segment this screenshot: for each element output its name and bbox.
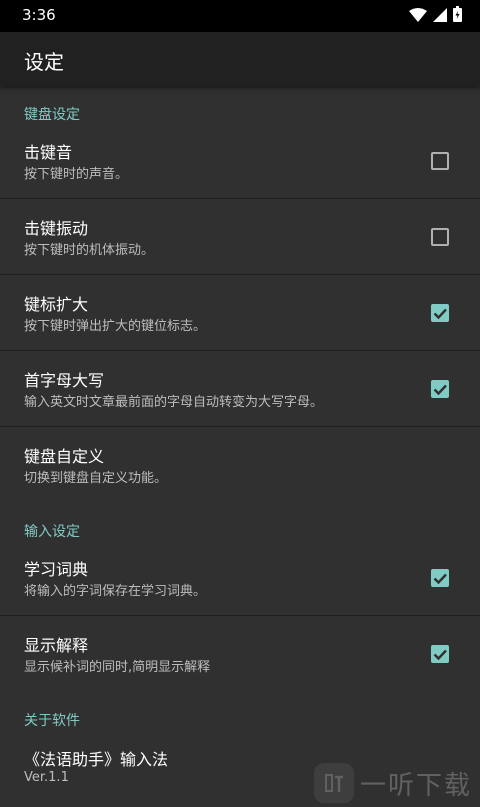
check-icon <box>433 308 447 320</box>
wifi-icon <box>409 7 427 26</box>
key-sound-checkbox[interactable] <box>431 152 449 170</box>
pref-summary: 切换到键盘自定义功能。 <box>24 471 168 486</box>
pref-summary: 显示候补词的同时,简明显示解释 <box>24 660 211 675</box>
signal-icon <box>433 7 447 26</box>
pref-title: 显示解释 <box>24 636 89 655</box>
pref-summary: 输入英文时文章最前面的字母自动转变为大写字母。 <box>24 395 324 410</box>
category-keyboard-settings: 键盘设定 <box>24 107 80 123</box>
pref-summary: 按下键时的机体振动。 <box>24 243 155 258</box>
pref-show-explanation[interactable]: 显示解释 显示候补词的同时,简明显示解释 <box>0 616 480 692</box>
pref-key-popup[interactable]: 键标扩大 按下键时弹出扩大的键位标志。 <box>0 275 480 351</box>
category-input-settings: 输入设定 <box>24 524 80 540</box>
auto-capitalize-checkbox[interactable] <box>431 380 449 398</box>
pref-summary: 按下键时弹出扩大的键位标志。 <box>24 319 207 334</box>
pref-title: 击键振动 <box>24 219 89 238</box>
learning-dictionary-checkbox[interactable] <box>431 569 449 587</box>
watermark: 一听下载 <box>313 763 472 803</box>
pref-title: 键标扩大 <box>24 295 89 314</box>
pref-keyboard-customize[interactable]: 键盘自定义 切换到键盘自定义功能。 <box>0 427 480 503</box>
check-icon <box>433 384 447 396</box>
key-popup-checkbox[interactable] <box>431 304 449 322</box>
page-title: 设定 <box>24 50 64 74</box>
check-icon <box>433 573 447 585</box>
watermark-logo-icon <box>313 763 354 803</box>
settings-screen: 3:36 设定 键盘设定 击键音 按下键时的声音。 击键振动 按下键时的机体振动… <box>0 0 480 807</box>
pref-title: 学习词典 <box>24 560 89 579</box>
pref-auto-capitalize[interactable]: 首字母大写 输入英文时文章最前面的字母自动转变为大写字母。 <box>0 351 480 427</box>
pref-title: 击键音 <box>24 143 73 162</box>
watermark-text: 一听下载 <box>359 770 472 801</box>
key-vibration-checkbox[interactable] <box>431 228 449 246</box>
pref-title: 首字母大写 <box>24 371 105 390</box>
pref-summary: 按下键时的声音。 <box>24 167 129 182</box>
show-explanation-checkbox[interactable] <box>431 645 449 663</box>
status-bar: 3:36 <box>0 0 480 32</box>
battery-icon <box>453 6 462 26</box>
status-icons <box>409 6 462 26</box>
pref-summary: Ver.1.1 <box>24 770 69 785</box>
pref-learning-dictionary[interactable]: 学习词典 将输入的字词保存在学习词典。 <box>0 540 480 616</box>
pref-title: 《法语助手》输入法 <box>24 750 169 769</box>
status-time: 3:36 <box>22 6 56 24</box>
pref-key-vibration[interactable]: 击键振动 按下键时的机体振动。 <box>0 199 480 275</box>
check-icon <box>433 649 447 661</box>
pref-key-sound[interactable]: 击键音 按下键时的声音。 <box>0 123 480 199</box>
category-about: 关于软件 <box>24 713 80 729</box>
pref-title: 键盘自定义 <box>24 447 105 466</box>
pref-summary: 将输入的字词保存在学习词典。 <box>24 584 207 599</box>
app-bar: 设定 <box>0 32 480 86</box>
